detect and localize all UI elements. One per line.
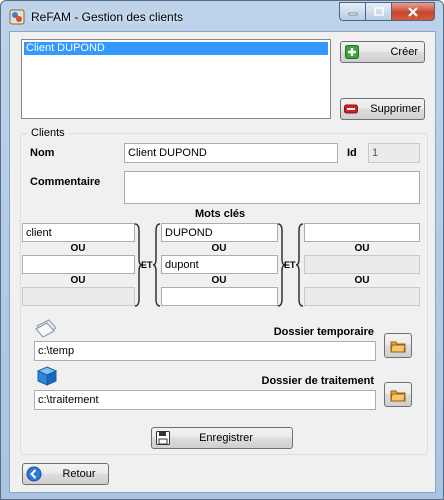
keywords-title: Mots clés [195,208,246,220]
and-label: ET [284,260,296,270]
folder-icon [390,390,406,401]
delete-button[interactable]: Supprimer [340,98,425,120]
blue-cube-icon [36,366,58,386]
or-label: OU [70,275,86,286]
keyword-col1-field3[interactable] [22,287,135,306]
or-label: OU [354,243,370,254]
clients-group-legend: Clients [28,127,68,139]
back-button-label: Retour [62,468,96,480]
floppy-disk-icon [156,431,170,445]
back-arrow-icon [26,466,42,482]
or-label: OU [211,243,227,254]
delete-button-label: Supprimer [370,103,421,115]
keyword-col3-field3[interactable] [304,287,420,306]
create-button-label: Créer [390,46,418,58]
keyword-col1-field2[interactable] [22,255,135,274]
keyword-col3-field2[interactable] [304,255,420,274]
temp-folder-field[interactable]: c:\temp [34,341,376,361]
opening-brace-icon [153,223,161,307]
processing-folder-field[interactable]: c:\traitement [34,390,376,410]
close-icon [408,6,418,17]
maximize-icon [373,6,384,16]
and-label: ET [141,260,153,270]
list-item[interactable]: Client DUPOND [24,42,328,55]
folder-icon [390,341,406,352]
or-label: OU [354,275,370,286]
id-field: 1 [368,143,420,163]
maximize-button[interactable] [365,2,391,21]
or-label: OU [211,275,227,286]
create-button[interactable]: Créer [340,41,425,63]
keyword-col3-field1[interactable] [304,223,420,242]
main-window: ReFAM - Gestion des clients Client DUPON… [0,0,444,500]
save-button[interactable]: Enregistrer [151,427,293,449]
back-button[interactable]: Retour [22,463,109,485]
window-title: ReFAM - Gestion des clients [31,10,184,24]
minus-icon [344,104,358,114]
processing-folder-label: Dossier de traitement [261,375,374,387]
commentaire-label: Commentaire [30,176,101,188]
nom-field[interactable]: Client DUPOND [124,143,338,163]
nom-label: Nom [30,147,55,159]
keyword-col2-field3[interactable] [161,287,278,306]
plus-icon [345,45,359,59]
window-client-area: Client DUPOND Créer Supprimer Clients No… [9,31,436,493]
id-label: Id [347,147,357,159]
temp-folder-label: Dossier temporaire [273,326,374,338]
browse-temp-folder-button[interactable] [384,333,412,358]
refam-app-icon [9,9,25,25]
minimize-button[interactable] [339,2,365,21]
keyword-col2-field2[interactable]: dupont [161,255,278,274]
commentaire-field[interactable] [124,171,420,204]
minimize-icon [348,12,357,15]
keyword-col1-field1[interactable]: client [22,223,135,242]
papers-icon [35,319,57,338]
client-listbox[interactable]: Client DUPOND [21,39,331,119]
close-button[interactable] [391,2,435,21]
keyword-col2-field1[interactable]: DUPOND [161,223,278,242]
title-bar[interactable]: ReFAM - Gestion des clients [1,1,443,31]
opening-brace-icon [296,223,304,307]
or-label: OU [70,243,86,254]
browse-processing-folder-button[interactable] [384,382,412,407]
save-button-label: Enregistrer [199,432,253,444]
